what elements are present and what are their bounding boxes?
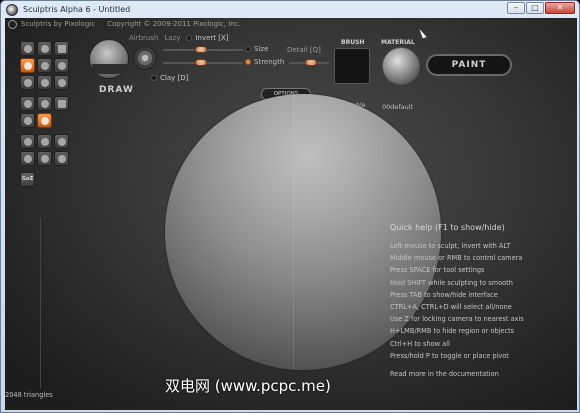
import-button[interactable]	[37, 151, 52, 166]
help-line: Press TAB to show/hide interface	[390, 290, 498, 299]
new-sphere-icon	[24, 138, 32, 146]
strength-label: Strength	[254, 58, 285, 66]
mask-icon	[24, 117, 32, 125]
documentation-link[interactable]: Read more in the documentation	[390, 370, 577, 378]
brush-header: BRUSH	[341, 39, 365, 46]
reduce-selected-button[interactable]	[37, 96, 52, 111]
help-line: Middle mouse or RMB to control camera	[390, 254, 523, 263]
copyright: Copyright © 2009-2011 Pixologic, Inc.	[107, 20, 241, 28]
subdivide-button[interactable]	[54, 96, 69, 111]
pinch-tool-button[interactable]	[37, 75, 52, 90]
strength-radio[interactable]	[245, 59, 251, 65]
smooth-icon	[58, 79, 66, 87]
reduce-brush-icon	[24, 100, 32, 108]
quick-help-title: Quick help (F1 to show/hide)	[390, 223, 505, 232]
close-button[interactable]: ✕	[545, 2, 575, 14]
sculptris-logo-icon	[8, 19, 17, 29]
new-plane-icon	[41, 138, 49, 146]
grab-tool-button[interactable]	[54, 58, 69, 73]
app-name: Sculptris by Pixologic	[21, 20, 96, 28]
symmetry-line	[293, 94, 294, 370]
symmetry-icon	[41, 117, 49, 125]
airbrush-toggle[interactable]: Airbrush	[129, 34, 158, 42]
help-line: CTRL+A, CTRL+D will select all/none	[390, 303, 512, 312]
open-icon	[58, 138, 66, 146]
toolbar-divider	[40, 218, 41, 388]
strength-slider-knob[interactable]	[195, 59, 207, 66]
draw-label: DRAW	[99, 85, 134, 95]
grab-icon	[58, 62, 66, 70]
help-line: Ctrl+H to show all	[390, 339, 450, 348]
open-button[interactable]	[54, 134, 69, 149]
material-header: MATERIAL	[381, 39, 415, 46]
new-sphere-button[interactable]	[20, 134, 35, 149]
detail-slider-knob[interactable]	[305, 59, 317, 66]
window-title: Sculptris Alpha 6 - Untitled	[23, 5, 131, 14]
clay-label: Clay [D]	[160, 74, 189, 82]
goz-button[interactable]: GoZ	[20, 172, 35, 187]
draw-brush-icon[interactable]	[89, 39, 129, 79]
inflate-tool-button[interactable]	[20, 75, 35, 90]
brush-falloff-icon[interactable]	[133, 46, 157, 70]
rotate-icon	[41, 45, 49, 53]
export-icon	[58, 155, 66, 163]
flatten-icon	[41, 62, 49, 70]
app-icon[interactable]	[6, 3, 18, 16]
crease-icon	[24, 45, 32, 53]
invert-toggle[interactable]: Invert [X]	[186, 34, 229, 42]
smooth-tool-button[interactable]	[54, 75, 69, 90]
invert-label: Invert [X]	[195, 34, 229, 42]
save-icon	[24, 155, 32, 163]
help-line: Press/hold P to toggle or place pivot	[390, 351, 509, 360]
paint-button[interactable]: PAINT	[426, 54, 512, 76]
triangle-count: 2048 triangles	[5, 391, 53, 399]
scale-icon	[58, 45, 66, 53]
flatten-tool-button[interactable]	[37, 58, 52, 73]
size-label: Size	[254, 45, 269, 53]
export-button[interactable]	[54, 151, 69, 166]
clay-toggle[interactable]: Clay [D]	[151, 74, 188, 82]
reduce-selected-icon	[41, 100, 49, 108]
quick-help: Quick help (F1 to show/hide) Left mouse …	[390, 223, 577, 378]
brush-texture-slot[interactable]	[334, 48, 370, 84]
watermark: 双电网 (www.pcpc.me)	[165, 377, 331, 395]
maximize-button[interactable]: □	[526, 2, 544, 14]
inflate-icon	[24, 79, 32, 87]
lazy-toggle[interactable]: Lazy	[164, 34, 180, 42]
pinch-icon	[41, 79, 49, 87]
draw-tool-button[interactable]	[20, 58, 35, 73]
size-slider-knob[interactable]	[195, 46, 207, 53]
size-radio[interactable]	[245, 46, 251, 52]
mask-button[interactable]	[20, 113, 35, 128]
subdivide-icon	[58, 100, 66, 108]
viewport[interactable]: Sculptris by Pixologic Copyright © 2009-…	[5, 18, 577, 410]
save-button[interactable]	[20, 151, 35, 166]
import-icon	[41, 155, 49, 163]
symmetry-button[interactable]	[37, 113, 52, 128]
detail-label: Detail [Q]	[287, 46, 321, 54]
strength-label-row: Strength	[245, 58, 284, 66]
help-line: Left mouse to sculpt, invert with ALT	[390, 242, 511, 250]
app-window: Sculptris Alpha 6 - Untitled – □ ✕ Sculp…	[0, 0, 580, 413]
draw-icon	[24, 62, 32, 70]
material-preview[interactable]	[382, 47, 420, 85]
app-header: Sculptris by Pixologic Copyright © 2009-…	[5, 18, 577, 30]
clay-radio[interactable]	[151, 75, 157, 81]
invert-radio[interactable]	[186, 35, 193, 41]
minimize-button[interactable]: –	[507, 2, 525, 14]
material-name: 00default	[382, 103, 414, 111]
scale-tool-button[interactable]	[54, 41, 69, 56]
left-toolbar: GoZ	[20, 41, 82, 187]
reduce-brush-button[interactable]	[20, 96, 35, 111]
help-line: Press SPACE for tool settings	[390, 266, 485, 275]
help-line: H+LMB/RMB to hide region or objects	[390, 327, 515, 336]
help-line: Use Z for locking camera to nearest axis	[390, 315, 524, 324]
brush-mode-row: Airbrush Lazy Invert [X]	[129, 34, 229, 42]
help-line: Hold SHIFT while sculpting to smooth	[390, 278, 513, 287]
size-label-row: Size	[245, 45, 268, 53]
new-plane-button[interactable]	[37, 134, 52, 149]
crease-tool-button[interactable]	[20, 41, 35, 56]
title-bar[interactable]: Sculptris Alpha 6 - Untitled – □ ✕	[1, 1, 579, 18]
rotate-tool-button[interactable]	[37, 41, 52, 56]
